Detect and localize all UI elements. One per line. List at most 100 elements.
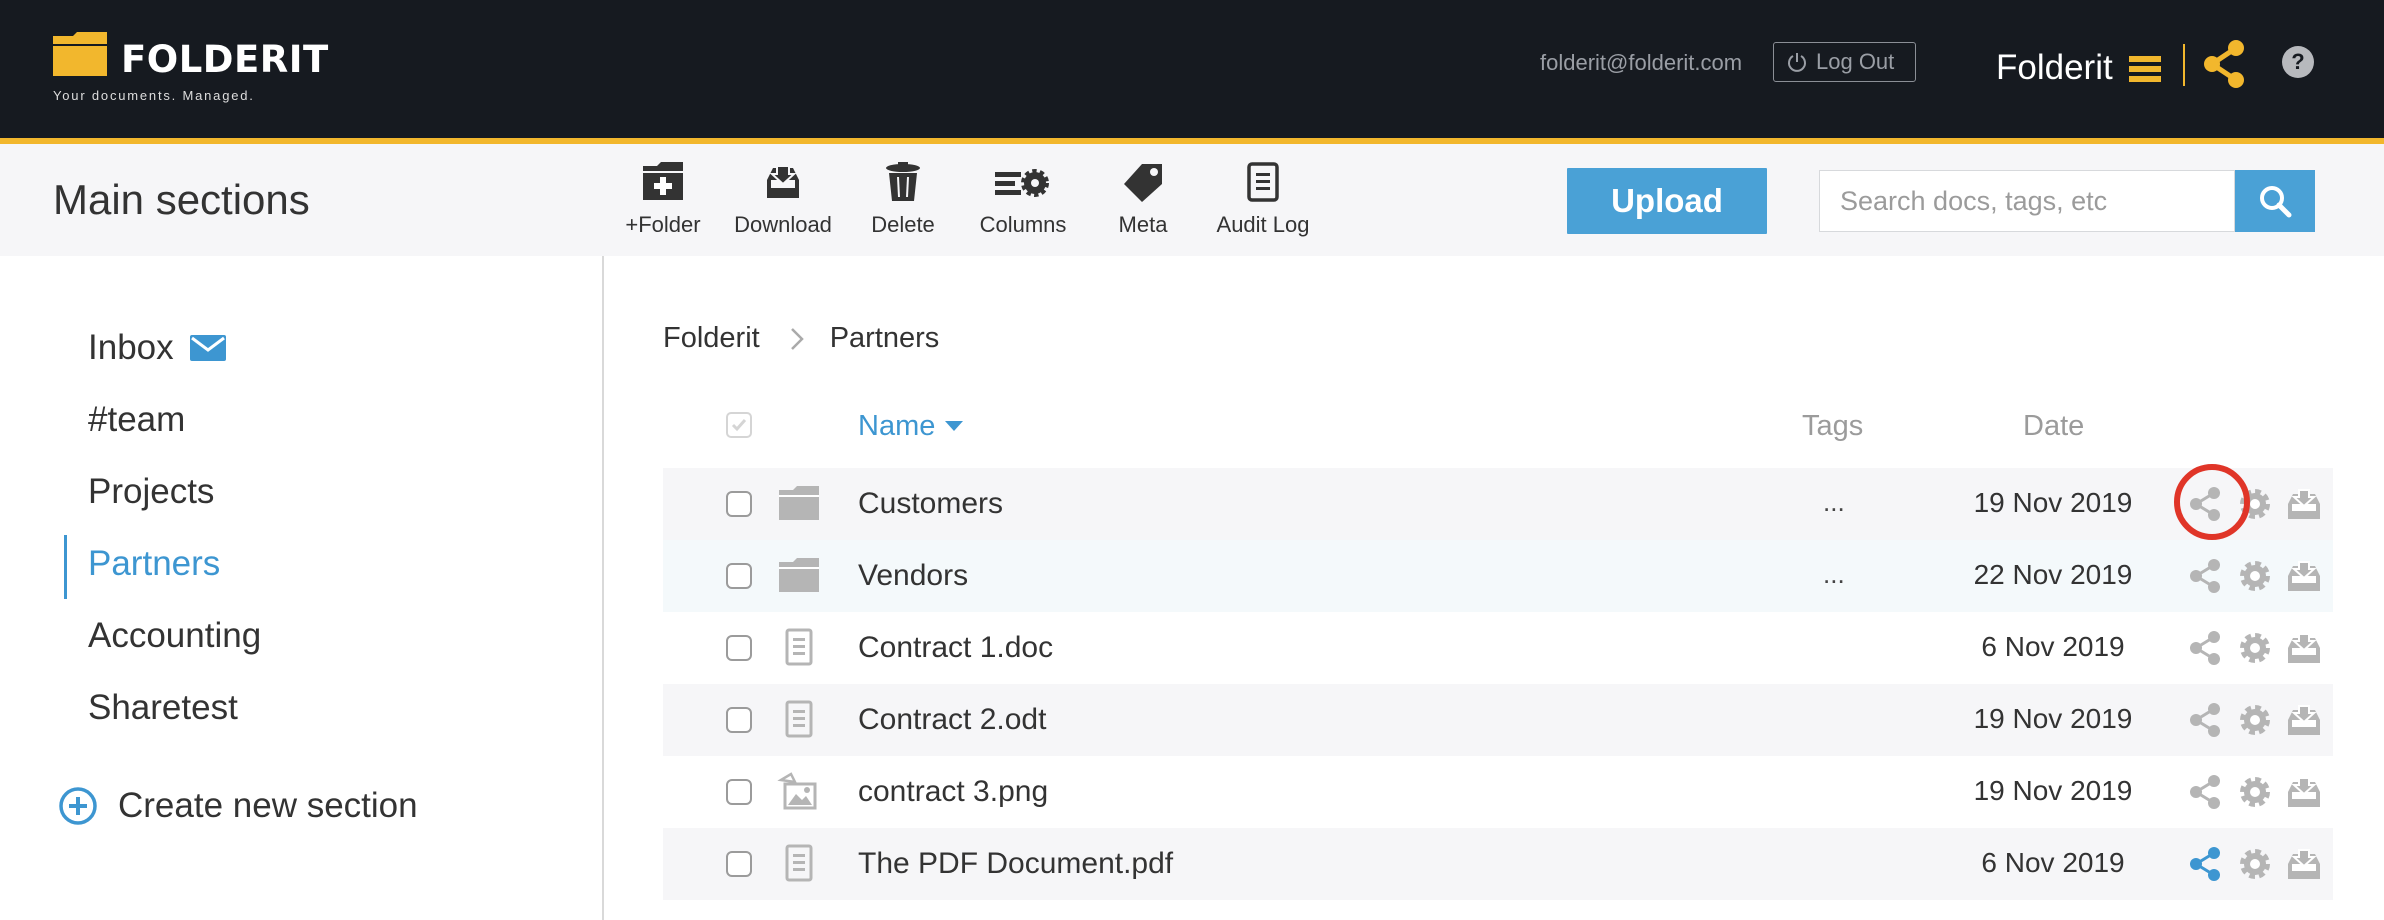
document-icon [785, 844, 813, 882]
folder-icon [779, 486, 819, 520]
download-button[interactable]: Download [723, 162, 843, 238]
table-row[interactable]: Contract 2.odt 19 Nov 2019 [663, 684, 2333, 756]
tool-label: Columns [979, 212, 1067, 237]
help-icon[interactable]: ? [2282, 46, 2314, 78]
gear-icon[interactable] [2237, 558, 2273, 594]
tag-icon [1124, 164, 1162, 202]
create-section-button[interactable]: Create new section [58, 786, 418, 826]
table-row[interactable]: contract 3.png 19 Nov 2019 [663, 756, 2333, 828]
share-icon[interactable] [2187, 774, 2223, 810]
share-icon[interactable] [2187, 702, 2223, 738]
chevron-right-icon [790, 327, 804, 350]
row-date: 19 Nov 2019 [1973, 775, 2133, 806]
download-tray-icon[interactable] [2286, 558, 2322, 594]
column-header-name[interactable]: Name [858, 410, 964, 443]
column-header-tags[interactable]: Tags [1802, 410, 1863, 443]
new-folder-button[interactable]: +Folder [603, 162, 723, 238]
download-tray-icon[interactable] [2286, 774, 2322, 810]
audit-log-button[interactable]: Audit Log [1203, 162, 1323, 238]
row-checkbox[interactable] [726, 707, 752, 733]
download-tray-icon[interactable] [2286, 486, 2322, 522]
row-name[interactable]: Vendors [858, 559, 968, 593]
gear-icon[interactable] [2237, 630, 2273, 666]
sidebar-item-partners[interactable]: Partners [88, 544, 220, 584]
tool-label: Download [734, 212, 832, 237]
upload-button[interactable]: Upload [1567, 168, 1767, 234]
highlight-circle [2174, 464, 2250, 540]
tool-label: Delete [871, 212, 935, 237]
gear-icon[interactable] [2237, 846, 2273, 882]
image-file-icon [777, 772, 817, 810]
breadcrumb-item[interactable]: Folderit [663, 322, 760, 355]
sidebar-item-inbox[interactable]: Inbox [88, 328, 226, 368]
sidebar-item-label: Projects [88, 472, 215, 511]
row-checkbox[interactable] [726, 563, 752, 589]
logout-button[interactable]: Log Out [1773, 42, 1916, 82]
share-icon[interactable] [2187, 630, 2223, 666]
sidebar-item-sharetest[interactable]: Sharetest [88, 688, 238, 728]
document-icon [785, 628, 813, 666]
row-name[interactable]: The PDF Document.pdf [858, 847, 1173, 881]
share-icon[interactable] [2187, 846, 2223, 882]
download-tray-icon[interactable] [2286, 702, 2322, 738]
search-button[interactable] [2235, 170, 2315, 232]
table-row[interactable]: Customers ... 19 Nov 2019 [663, 468, 2333, 540]
row-name[interactable]: Contract 1.doc [858, 631, 1053, 665]
hamburger-menu-icon[interactable] [2129, 56, 2161, 82]
row-tags[interactable]: ... [1823, 487, 1845, 518]
row-checkbox[interactable] [726, 491, 752, 517]
row-name[interactable]: contract 3.png [858, 775, 1048, 809]
top-bar: FOLDERIT Your documents. Managed. folder… [0, 0, 2384, 138]
active-indicator [64, 535, 67, 599]
breadcrumb: Folderit Partners [663, 322, 939, 355]
delete-button[interactable]: Delete [843, 162, 963, 238]
user-email: folderit@folderit.com [1540, 50, 1743, 75]
row-tags[interactable]: ... [1823, 559, 1845, 590]
row-date: 19 Nov 2019 [1973, 703, 2133, 734]
folder-logo-icon [53, 32, 107, 76]
brand-name: FOLDERIT [121, 38, 329, 81]
select-all-checkbox[interactable] [726, 412, 752, 438]
folder-plus-icon [643, 162, 683, 200]
search-input[interactable] [1819, 170, 2235, 232]
folder-icon [779, 558, 819, 592]
table-row[interactable]: Contract 1.doc 6 Nov 2019 [663, 612, 2333, 684]
divider [2183, 44, 2185, 86]
row-checkbox[interactable] [726, 635, 752, 661]
logout-label: Log Out [1816, 49, 1895, 74]
download-tray-icon[interactable] [2286, 846, 2322, 882]
account-name[interactable]: Folderit [1996, 48, 2113, 88]
document-icon [785, 700, 813, 738]
table-row[interactable]: Vendors ... 22 Nov 2019 [663, 540, 2333, 612]
row-date: 6 Nov 2019 [1981, 631, 2125, 662]
share-icon[interactable] [2187, 558, 2223, 594]
sidebar-item-label: Sharetest [88, 688, 238, 727]
envelope-icon [189, 335, 226, 361]
share-icon[interactable] [2200, 38, 2248, 90]
download-tray-icon [767, 165, 799, 198]
sidebar-item-team[interactable]: #team [88, 400, 185, 440]
column-header-date[interactable]: Date [2023, 410, 2084, 443]
document-list-icon [1247, 162, 1279, 202]
plus-circle-icon [59, 787, 97, 825]
columns-gear-icon [995, 169, 1049, 197]
tool-label: Audit Log [1216, 212, 1310, 237]
sidebar-item-label: Inbox [88, 328, 174, 367]
row-checkbox[interactable] [726, 851, 752, 877]
row-date: 22 Nov 2019 [1973, 559, 2133, 590]
sidebar-item-projects[interactable]: Projects [88, 472, 214, 512]
row-name[interactable]: Customers [858, 487, 1003, 521]
meta-button[interactable]: Meta [1083, 162, 1203, 238]
gear-icon[interactable] [2237, 774, 2273, 810]
check-icon [731, 419, 747, 432]
sidebar-item-accounting[interactable]: Accounting [88, 616, 261, 656]
columns-button[interactable]: Columns [963, 162, 1083, 238]
table-row[interactable]: The PDF Document.pdf 6 Nov 2019 [663, 828, 2333, 900]
sidebar-divider [602, 256, 604, 920]
row-name[interactable]: Contract 2.odt [858, 703, 1046, 737]
tool-label: +Folder [625, 212, 701, 237]
download-tray-icon[interactable] [2286, 630, 2322, 666]
column-header-label: Name [858, 410, 936, 442]
row-checkbox[interactable] [726, 779, 752, 805]
gear-icon[interactable] [2237, 702, 2273, 738]
